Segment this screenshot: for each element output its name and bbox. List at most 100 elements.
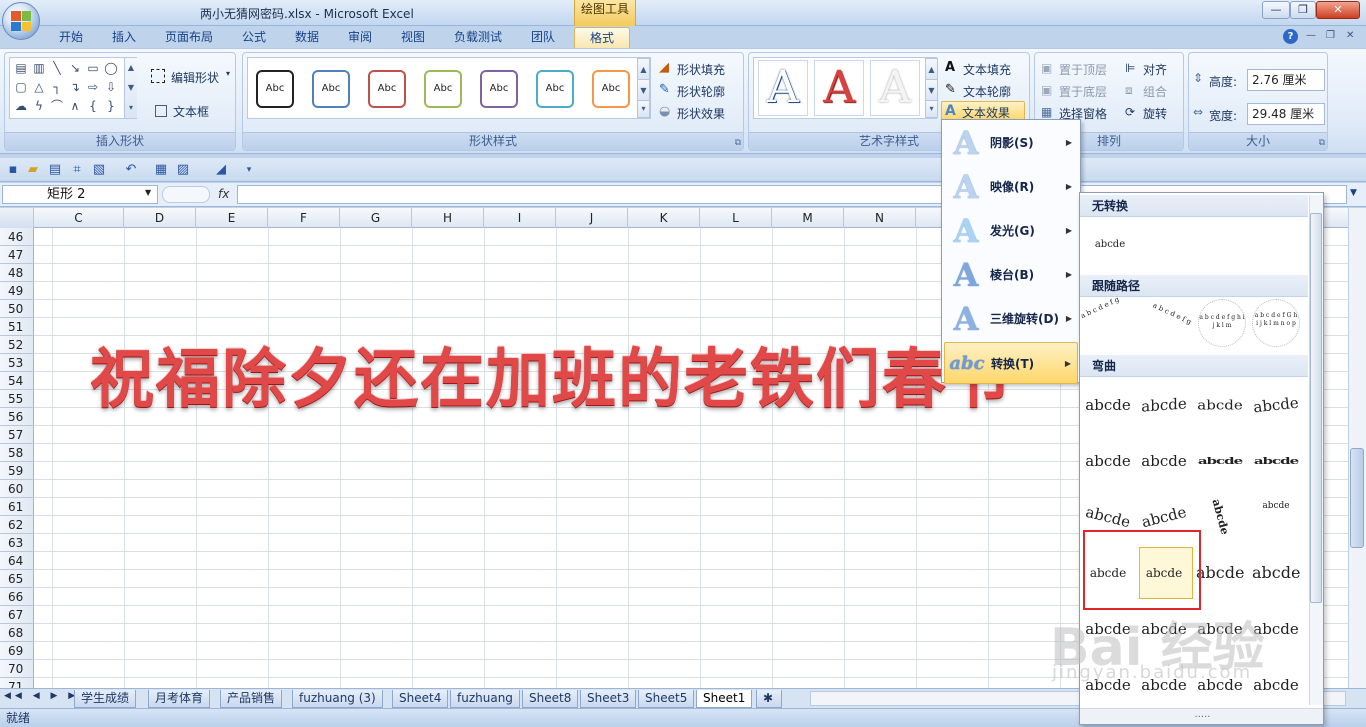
column-header-e[interactable]: E — [196, 208, 268, 228]
warp-wave-1[interactable]: abcde — [1196, 549, 1244, 597]
maximize-button[interactable]: ❐ — [1290, 1, 1316, 19]
sheet-tab[interactable]: fuzhuang — [450, 690, 520, 708]
text-direction-icon[interactable]: ◢ — [212, 161, 230, 179]
row-header[interactable]: 63 — [0, 534, 34, 552]
wordart-more[interactable]: ▾ — [925, 100, 938, 118]
panel-resize-grip[interactable]: ..... — [1080, 708, 1323, 724]
textbox-shape-icon[interactable]: ▤ — [14, 61, 28, 75]
shape-style-green[interactable]: Abc — [424, 70, 462, 108]
sheet-tab[interactable]: 产品销售 — [220, 690, 283, 708]
width-input[interactable]: 29.48 厘米 — [1247, 103, 1325, 125]
brace-left-shape-icon[interactable]: { — [86, 99, 100, 113]
tab-format[interactable]: 格式 — [574, 27, 630, 48]
shapes-gallery[interactable]: ▤ ▥ ╲ ↘ ▭ ◯ ▢ △ ┐ ↴ ⇨ ⇩ ☁ ϟ ⌒ ∧ { } ▲ ▼ ▾ — [9, 57, 137, 119]
oval-shape-icon[interactable]: ◯ — [104, 61, 118, 75]
vertical-scroll-thumb[interactable] — [1350, 448, 1364, 548]
shape-style-blue[interactable]: Abc — [312, 70, 350, 108]
row-header[interactable]: 65 — [0, 570, 34, 588]
wordart-style-red[interactable]: A — [814, 60, 864, 116]
paste-special-icon[interactable]: ▧ — [90, 161, 108, 179]
menu-item-bevel[interactable]: A 棱台(B) ▶ — [944, 254, 1078, 296]
tab-formulas[interactable]: 公式 — [236, 27, 272, 48]
warp-ring-outside[interactable]: abcde — [1196, 447, 1244, 476]
column-header-k[interactable]: K — [628, 208, 700, 228]
row-header[interactable]: 60 — [0, 480, 34, 498]
arrow-line-shape-icon[interactable]: ↘ — [68, 61, 82, 75]
shapes-gallery-scroll[interactable]: ▲ ▼ ▾ — [124, 58, 137, 118]
open-icon[interactable]: ▰ — [24, 161, 42, 179]
name-box-dropdown-icon[interactable]: ▼ — [145, 188, 151, 197]
size-launcher-icon[interactable]: ⧉ — [1319, 138, 1325, 148]
column-header-n[interactable]: N — [844, 208, 916, 228]
send-back-button[interactable]: 置于底层 — [1059, 83, 1107, 100]
freeform-shape-icon[interactable]: ∧ — [68, 99, 82, 113]
tab-team[interactable]: 团队 — [525, 27, 561, 48]
column-header-d[interactable]: D — [124, 208, 196, 228]
shape-style-black[interactable]: Abc — [256, 70, 294, 108]
shape-outline-button[interactable]: 形状轮廓 — [677, 83, 725, 100]
bring-front-button[interactable]: 置于顶层 — [1059, 61, 1107, 78]
wordart-scroll-up[interactable]: ▲ — [925, 58, 938, 81]
transform-none[interactable]: abcde — [1086, 221, 1134, 269]
lightning-shape-icon[interactable]: ϟ — [32, 99, 46, 113]
styles-scroll-up[interactable]: ▲ — [637, 58, 650, 81]
wordart-style-outline[interactable]: A — [758, 60, 808, 116]
row-header[interactable]: 57 — [0, 426, 34, 444]
undo-icon[interactable]: ↶ — [122, 161, 140, 179]
text-outline-button[interactable]: 文本轮廓 — [963, 83, 1011, 100]
format-painter-icon[interactable]: ⌗ — [68, 161, 86, 179]
insert-sheet-icon[interactable]: ✱ — [756, 690, 782, 708]
shape-fill-button[interactable]: 形状填充 — [677, 61, 725, 78]
rotate-button[interactable]: 旋转 — [1143, 105, 1167, 122]
edit-shape-dropdown-icon[interactable]: ▾ — [226, 69, 230, 78]
name-box[interactable]: 矩形 2 — [2, 185, 158, 204]
menu-item-glow[interactable]: A 发光(G) ▶ — [944, 210, 1078, 252]
shape-style-purple[interactable]: Abc — [480, 70, 518, 108]
row-header[interactable]: 56 — [0, 408, 34, 426]
group-button[interactable]: 组合 — [1143, 83, 1167, 100]
close-button[interactable]: ✕ — [1316, 1, 1360, 19]
row-header[interactable]: 51 — [0, 318, 34, 336]
wordart-style-white[interactable]: A — [870, 60, 920, 116]
text-effects-button[interactable]: A 文本效果 — [941, 101, 1025, 121]
cloud-shape-icon[interactable]: ☁ — [14, 99, 28, 113]
tab-review[interactable]: 审阅 — [342, 27, 378, 48]
row-header[interactable]: 66 — [0, 588, 34, 606]
expand-formula-icon[interactable]: ▼ — [1350, 188, 1357, 198]
sheet-tab-active[interactable]: Sheet1 — [696, 690, 753, 708]
warp-ring-inside[interactable]: abcde — [1140, 437, 1188, 485]
column-header-j[interactable]: J — [556, 208, 628, 228]
path-arch-down[interactable]: a b c d e f g — [1132, 299, 1196, 363]
column-header-l[interactable]: L — [700, 208, 772, 228]
row-header[interactable]: 62 — [0, 516, 34, 534]
row-header[interactable]: 46 — [0, 228, 34, 246]
formula-splitter[interactable] — [162, 186, 210, 203]
menu-item-reflection[interactable]: A 映像(R) ▶ — [944, 166, 1078, 208]
warp-chevron-down[interactable]: abcde — [1084, 437, 1132, 485]
warp-triangle-down[interactable]: abcde — [1196, 385, 1244, 426]
column-header-m[interactable]: M — [772, 208, 844, 228]
warp-button[interactable]: abcde — [1252, 493, 1300, 541]
column-header-g[interactable]: G — [340, 208, 412, 228]
ribbon-minimize-icon[interactable]: — — [1306, 30, 1316, 41]
wordart-text-shape[interactable]: 祝福除夕还在加班的老铁们春节 — [90, 328, 1014, 420]
row-header[interactable]: 71 — [0, 678, 34, 688]
help-icon[interactable]: ? — [1283, 29, 1298, 44]
warp-wave-2[interactable]: abcde — [1252, 549, 1300, 597]
text-fill-button[interactable]: 文本填充 — [963, 61, 1011, 78]
elbow-arrow-icon[interactable]: ↴ — [68, 80, 82, 94]
sheet-tab[interactable]: Sheet4 — [392, 690, 449, 708]
sheet-tab[interactable]: Sheet5 — [638, 690, 695, 708]
column-header-c[interactable]: C — [34, 208, 124, 228]
height-input[interactable]: 2.76 厘米 — [1247, 69, 1325, 91]
row-header[interactable]: 49 — [0, 282, 34, 300]
rectangle-shape-icon[interactable]: ▭ — [86, 61, 100, 75]
sheet-tab[interactable]: 月考体育 — [148, 690, 211, 708]
row-header[interactable]: 48 — [0, 264, 34, 282]
rounded-rect-shape-icon[interactable]: ▢ — [14, 80, 28, 94]
ribbon-close-icon[interactable]: ✕ — [1346, 30, 1354, 41]
path-button[interactable]: a b c d e f G h i j k l m n o p — [1252, 299, 1300, 347]
edit-shape-button[interactable]: 编辑形状 — [171, 69, 219, 86]
row-header[interactable]: 55 — [0, 390, 34, 408]
warp-square[interactable]: abcde — [1084, 381, 1132, 429]
